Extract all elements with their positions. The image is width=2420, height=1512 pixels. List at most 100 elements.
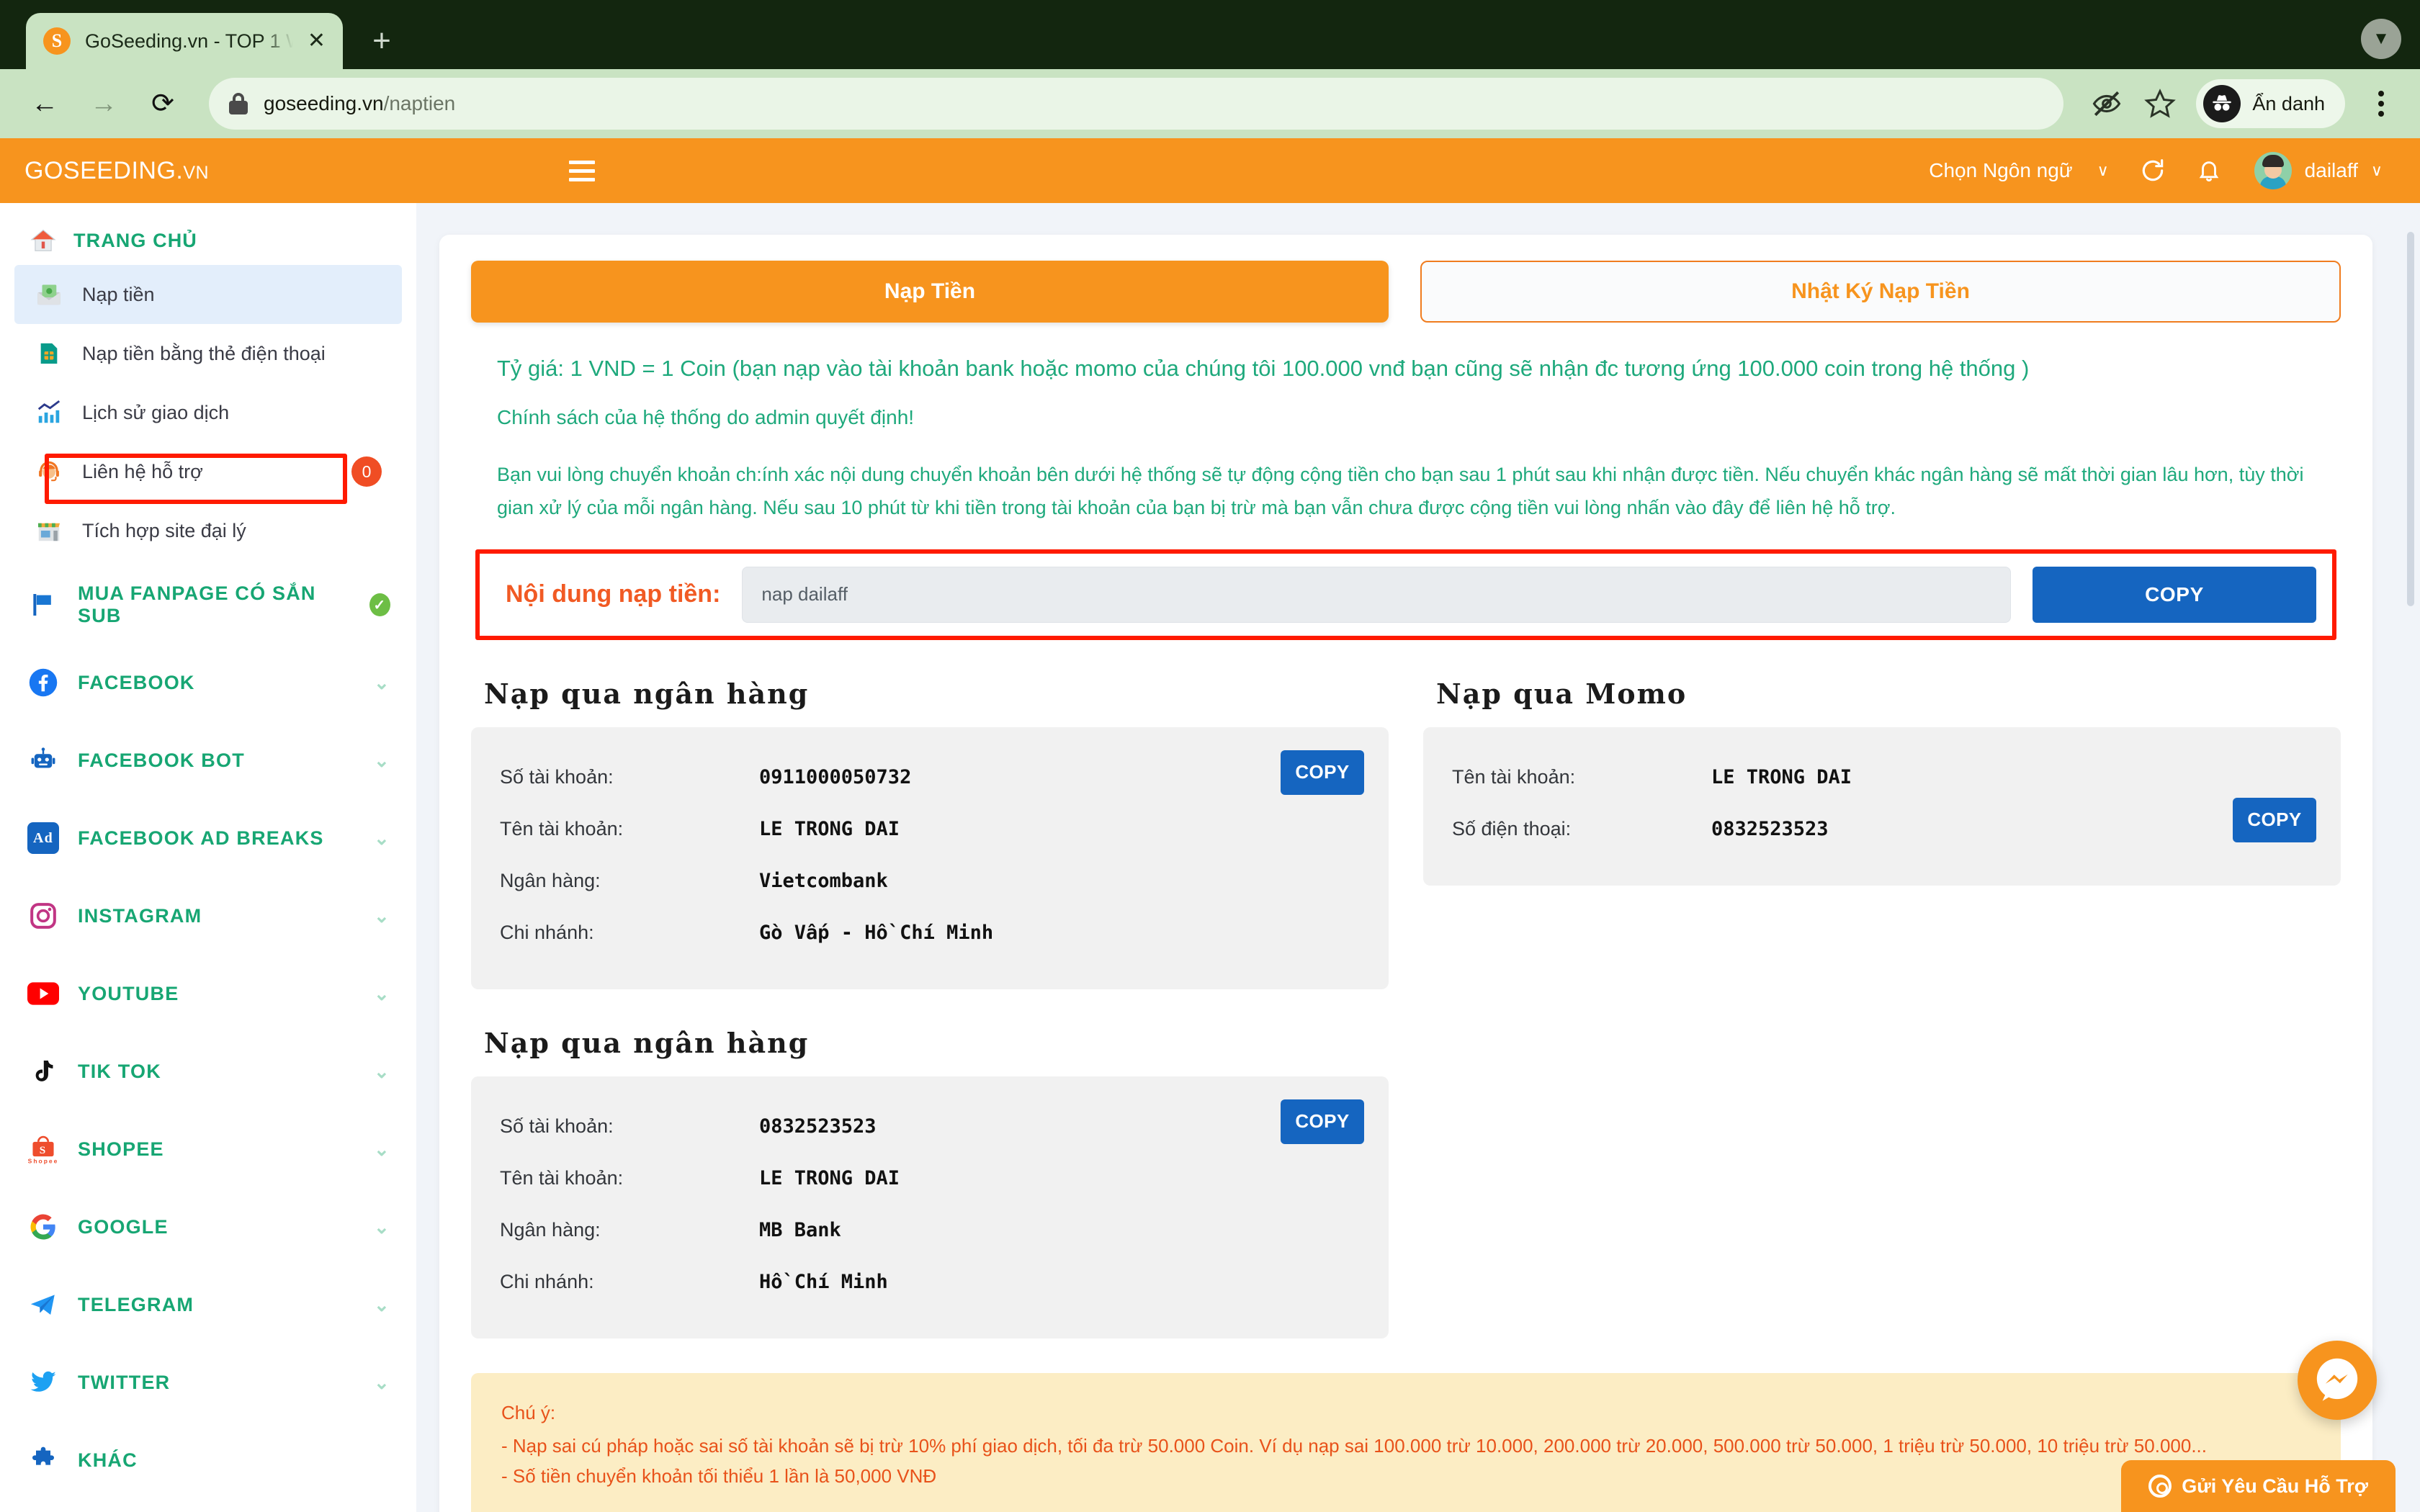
sidebar-section-home[interactable]: TRANG CHỦ [0,213,416,262]
reload-button[interactable]: ⟳ [137,78,189,130]
sidebar-item-tich-hop-site-dai-ly[interactable]: Tích hợp site đại lý [14,501,402,560]
row-value: 0832523523 [759,1115,877,1138]
table-row: Chi nhánh: Gò Vấp - Hồ Chí Minh [500,909,1360,958]
sidebar-group-google[interactable]: GOOGLE ⌄ [0,1188,416,1266]
sim-card-icon [35,339,63,368]
sidebar-item-label: Tích hợp site đại lý [82,519,246,541]
row-key: Tên tài khoản: [500,818,624,840]
sidebar-group-telegram[interactable]: TELEGRAM ⌄ [0,1266,416,1344]
table-row: Số tài khoản: 0832523523 [500,1102,1360,1151]
language-selector[interactable]: Chọn Ngôn ngữ ∨ [1929,159,2108,182]
sidebar-group-instagram[interactable]: INSTAGRAM ⌄ [0,877,416,955]
row-value: LE TRONG DAI [759,1167,900,1190]
hamburger-menu-icon[interactable] [569,160,596,181]
support-agent-icon [35,457,63,486]
support-request-button[interactable]: Gửi Yêu Cầu Hỗ Trợ [2121,1460,2396,1512]
sidebar-group-label: INSTAGRAM [78,904,202,927]
row-key: Số điện thoại: [1452,818,1572,840]
browser-tabstrip: S GoSeeding.vn - TOP 1 Website ✕ + ▼ [0,0,2420,69]
table-row: Tên tài khoản: LE TRONG DAI [1452,753,2312,802]
refresh-balance-button[interactable] [2139,157,2166,184]
momo-card-title: Nạp qua Momo [1436,677,1688,710]
row-key: Số tài khoản: [500,766,614,788]
lifebuoy-icon [2148,1475,2172,1498]
chevron-down-icon: ∨ [2370,161,2383,179]
site-favicon-icon: S [43,27,71,55]
sidebar-item-nap-tien[interactable]: Nạp tiền [14,265,402,324]
sidebar-group-label: SHOPEE [78,1138,164,1160]
ad-icon: Ad [27,822,59,854]
page-scrollbar[interactable] [2406,203,2416,1512]
sidebar-group-tiktok[interactable]: TIK TOK ⌄ [0,1032,416,1110]
row-value: LE TRONG DAI [1711,766,1852,789]
sidebar-home-items: Nạp tiền Nạp tiền bằng thẻ điện thoại Lị… [0,262,416,566]
row-key: Số tài khoản: [500,1115,614,1138]
tab-nhat-ky-nap-tien[interactable]: Nhật Ký Nạp Tiền [1420,261,2341,323]
bookmark-star-icon[interactable] [2137,81,2183,127]
chevron-down-icon: ⌄ [374,1293,390,1315]
flag-icon [27,589,59,621]
page-viewport: GOSEEDING.VN Chọn Ngôn ngữ ∨ dailaff ∨ T… [0,138,2420,1512]
site-logo[interactable]: GOSEEDING.VN [24,157,209,185]
copy-account-number-button[interactable]: COPY [1281,1099,1364,1144]
sidebar-group-label: TIK TOK [78,1060,161,1082]
chevron-down-icon[interactable]: ▼ [2361,19,2401,59]
copy-momo-phone-button[interactable]: COPY [2233,797,2316,842]
messenger-icon[interactable] [2298,1341,2377,1420]
sidebar: TRANG CHỦ Nạp tiền Nạp tiền bằng thẻ điệ… [0,203,416,1512]
table-row: Số điện thoại: 0832523523 [1452,805,2312,854]
site-header: GOSEEDING.VN Chọn Ngôn ngữ ∨ dailaff ∨ [0,138,2420,203]
sidebar-group-facebook[interactable]: FACEBOOK ⌄ [0,644,416,721]
user-menu[interactable]: dailaff ∨ [2254,152,2383,189]
sidebar-item-nap-the-dien-thoai[interactable]: Nạp tiền bằng thẻ điện thoại [14,324,402,383]
chevron-down-icon: ⌄ [374,1215,390,1238]
address-bar[interactable]: goseeding.vn/naptien [209,78,2064,130]
row-value: Hồ Chí Minh [759,1271,888,1294]
bar-chart-icon [35,398,63,427]
incognito-indicator[interactable]: Ẩn danh [2196,79,2345,128]
sidebar-group-mua-fanpage[interactable]: MUA FANPAGE CÓ SẮN SUB ✓ [0,566,416,644]
tab-nap-tien[interactable]: Nạp Tiền [471,261,1389,323]
momo-column: Nạp qua Momo Tên tài khoản: LE TRONG DAI… [1423,669,2341,1338]
sidebar-group-facebook-bot[interactable]: FACEBOOK BOT ⌄ [0,721,416,799]
browser-tab[interactable]: S GoSeeding.vn - TOP 1 Website ✕ [26,13,343,69]
copy-account-number-button[interactable]: COPY [1281,750,1364,795]
sidebar-group-shopee[interactable]: S Shopee SHOPEE ⌄ [0,1110,416,1188]
notification-bell-icon[interactable] [2197,158,2221,184]
bank-column: Nạp qua ngân hàng Số tài khoản: 09110000… [471,669,1389,1338]
bank-card-2: Số tài khoản: 0832523523 Tên tài khoản: … [471,1076,1389,1338]
shopee-icon: S Shopee [27,1133,59,1165]
twitter-icon [27,1367,59,1398]
chevron-down-icon: ⌄ [374,827,390,849]
sidebar-group-youtube[interactable]: YOUTUBE ⌄ [0,955,416,1032]
close-icon[interactable]: ✕ [308,30,326,52]
deposit-content-input[interactable]: nap dailaff [742,566,2011,623]
back-button[interactable]: ← [19,78,71,130]
row-key: Chi nhánh: [500,922,594,944]
sidebar-group-khac[interactable]: KHÁC [0,1421,416,1499]
status-badge: 0 [351,456,382,487]
sidebar-item-lien-he-ho-tro[interactable]: Liên hệ hỗ trợ 0 [14,442,402,501]
user-name-label: dailaff [2304,159,2358,181]
eye-off-icon[interactable] [2084,81,2130,127]
sidebar-group-facebook-ad-breaks[interactable]: Ad FACEBOOK AD BREAKS ⌄ [0,799,416,877]
notice-line-2: - Số tiền chuyển khoản tối thiểu 1 lần l… [501,1465,937,1488]
verified-check-icon: ✓ [369,593,390,616]
lock-icon [229,93,248,114]
brand-suffix: VN [183,162,210,183]
sidebar-group-label: TWITTER [78,1371,171,1393]
new-tab-button[interactable]: + [359,18,405,64]
sidebar-item-lich-su-giao-dich[interactable]: Lịch sử giao dịch [14,383,402,442]
row-value: Gò Vấp - Hồ Chí Minh [759,922,994,945]
forward-button[interactable]: → [78,78,130,130]
row-key: Tên tài khoản: [1452,766,1576,788]
table-row: Ngân hàng: Vietcombank [500,857,1360,906]
sidebar-group-twitter[interactable]: TWITTER ⌄ [0,1344,416,1421]
row-key: Ngân hàng: [500,1219,601,1241]
copy-deposit-content-button[interactable]: COPY [2033,566,2316,623]
sidebar-item-label: Lịch sử giao dịch [82,401,230,423]
deposit-content-row: Nội dung nạp tiền: nap dailaff COPY [475,549,2336,640]
browser-menu-button[interactable] [2361,91,2401,117]
chevron-down-icon: ⌄ [374,982,390,1004]
table-row: Tên tài khoản: LE TRONG DAI [500,1154,1360,1203]
